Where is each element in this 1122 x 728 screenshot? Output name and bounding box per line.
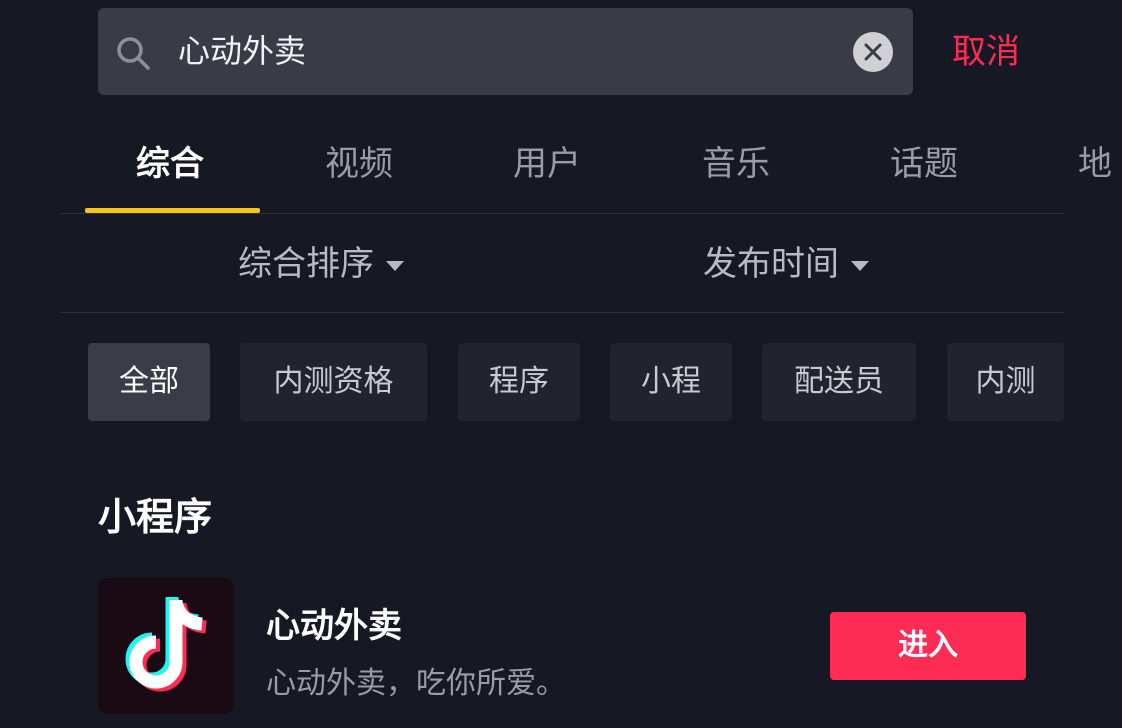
search-input[interactable]: 心动外卖 — [178, 8, 306, 95]
close-icon — [864, 43, 882, 61]
search-result-tabs: 综合 视频 用户 音乐 话题 地 — [0, 120, 1122, 214]
clear-search-button[interactable] — [853, 32, 893, 72]
chip-program[interactable]: 程序 — [458, 343, 580, 421]
chip-all[interactable]: 全部 — [88, 343, 210, 421]
caret-down-icon — [851, 260, 869, 271]
chip-mini-prog[interactable]: 小程 — [610, 343, 732, 421]
search-bar[interactable]: 心动外卖 — [98, 8, 913, 95]
tab-music[interactable]: 音乐 — [702, 142, 770, 186]
tiktok-logo-icon[interactable] — [98, 578, 234, 714]
chip-beta[interactable]: 内测 — [947, 343, 1064, 421]
mini-program-name[interactable]: 心动外卖 — [266, 598, 402, 647]
tab-users[interactable]: 用户 — [513, 142, 581, 186]
chip-beta-qualification[interactable]: 内测资格 — [240, 343, 427, 421]
cancel-button[interactable]: 取消 — [952, 26, 1020, 78]
mini-program-description: 心动外卖，吃你所爱。 — [266, 666, 566, 701]
publish-time-dropdown[interactable]: 发布时间 — [703, 240, 869, 288]
sort-order-label: 综合排序 — [238, 244, 374, 284]
tab-topics[interactable]: 话题 — [890, 142, 958, 186]
chip-courier[interactable]: 配送员 — [762, 343, 916, 421]
section-title: 小程序 — [98, 495, 213, 539]
enter-button[interactable]: 进入 — [830, 612, 1026, 680]
publish-time-label: 发布时间 — [703, 244, 839, 284]
caret-down-icon — [386, 260, 404, 271]
tabs-divider — [60, 213, 1064, 214]
tab-video[interactable]: 视频 — [325, 142, 393, 186]
sort-order-dropdown[interactable]: 综合排序 — [238, 240, 404, 288]
filter-divider — [60, 312, 1064, 313]
search-icon — [114, 34, 152, 72]
tab-location[interactable]: 地 — [1078, 142, 1112, 186]
tab-comprehensive[interactable]: 综合 — [136, 142, 204, 186]
